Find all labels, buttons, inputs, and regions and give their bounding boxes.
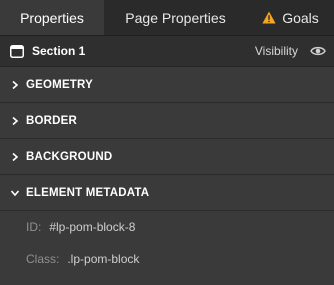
tab-bar: Properties Page Properties Goals: [0, 0, 334, 36]
tab-goals[interactable]: Goals: [247, 0, 334, 35]
id-label: ID:: [26, 220, 42, 234]
tab-page-properties[interactable]: Page Properties: [104, 0, 247, 35]
accordion-geometry[interactable]: GEOMETRY: [0, 67, 334, 103]
accordion-label: ELEMENT METADATA: [26, 186, 150, 199]
class-value: .lp-pom-block: [67, 252, 140, 266]
section-header[interactable]: Section 1 Visibility: [0, 36, 334, 67]
metadata-id-row: ID: #lp-pom-block-8: [0, 211, 334, 243]
tab-goals-label: Goals: [282, 9, 319, 26]
tab-properties-label: Properties: [20, 9, 84, 26]
visibility-label: Visibility: [254, 44, 298, 58]
accordion-label: BACKGROUND: [26, 150, 113, 163]
element-metadata-content: ID: #lp-pom-block-8 Class: .lp-pom-block: [0, 211, 334, 275]
tab-properties[interactable]: Properties: [0, 0, 104, 35]
accordion-element-metadata[interactable]: ELEMENT METADATA: [0, 175, 334, 211]
accordion-label: GEOMETRY: [26, 78, 93, 91]
tab-page-properties-label: Page Properties: [125, 9, 226, 26]
chevron-right-icon: [12, 152, 19, 161]
section-title: Section 1: [32, 44, 86, 58]
window-icon: [10, 44, 24, 58]
eye-icon[interactable]: [310, 45, 326, 57]
accordion-label: BORDER: [26, 114, 78, 127]
metadata-class-row: Class: .lp-pom-block: [0, 243, 334, 275]
accordion-background[interactable]: BACKGROUND: [0, 139, 334, 175]
id-value: #lp-pom-block-8: [49, 220, 136, 234]
class-label: Class:: [26, 252, 60, 266]
warning-icon: [262, 11, 276, 24]
accordion-border[interactable]: BORDER: [0, 103, 334, 139]
properties-panel: Properties Page Properties Goals Section…: [0, 0, 334, 285]
chevron-right-icon: [12, 116, 19, 125]
chevron-down-icon: [10, 189, 20, 196]
chevron-right-icon: [12, 80, 19, 89]
